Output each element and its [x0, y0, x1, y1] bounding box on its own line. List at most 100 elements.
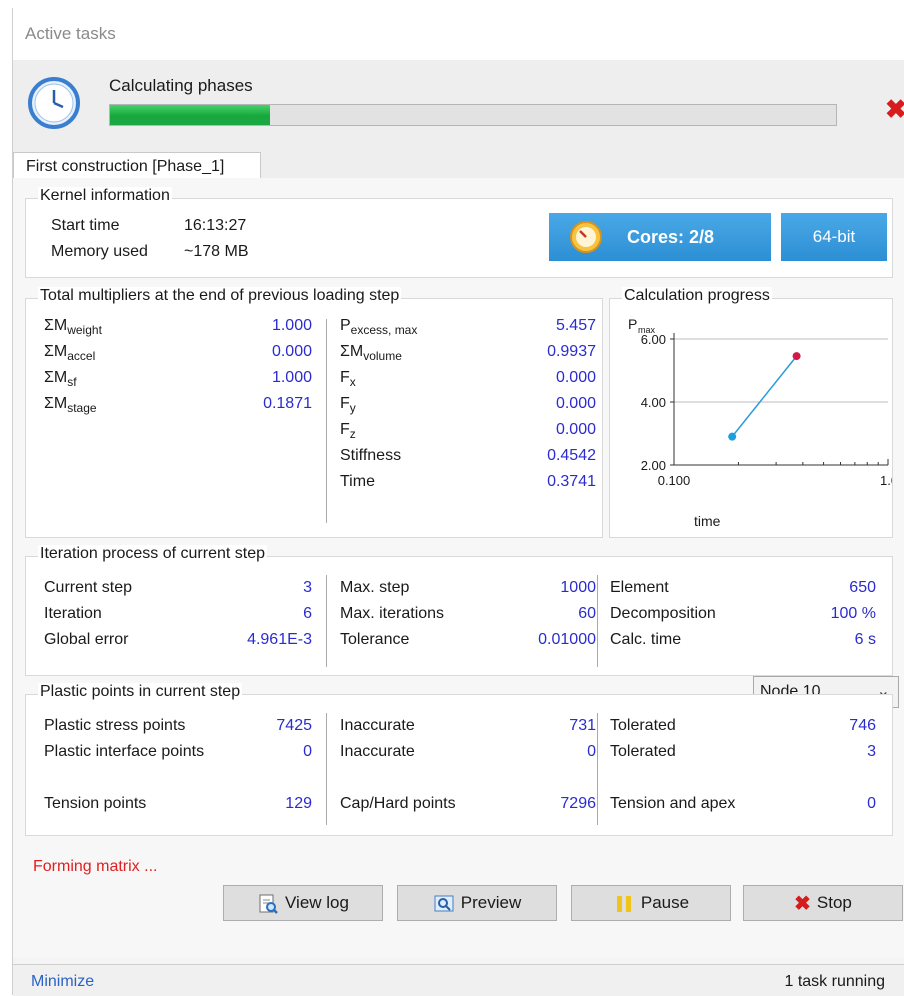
- multiplier-label-base: ΣM: [44, 343, 68, 360]
- y-tick-label: 2.00: [641, 458, 666, 473]
- data-point-start: [728, 432, 737, 441]
- x-tick-label: 1.0: [880, 473, 892, 488]
- cores-label: Cores: 2/8: [627, 227, 715, 247]
- multiplier-value: 0.000: [271, 343, 312, 360]
- iteration-label: Max. step: [340, 579, 410, 596]
- preview-icon: [434, 895, 454, 912]
- multiplier-label-sub: volume: [363, 349, 402, 363]
- stop-icon: ✖: [794, 892, 811, 915]
- cores-button[interactable]: Cores: 2/8: [549, 213, 771, 261]
- multiplier-label: Stiffness: [340, 447, 401, 465]
- iteration-value: 3: [303, 579, 312, 596]
- plastic-value: 0: [867, 795, 876, 812]
- multiplier-label-base: F: [340, 369, 350, 386]
- plastic-value: 7296: [560, 795, 596, 812]
- multiplier-label: Fz: [340, 421, 356, 441]
- multiplier-value: 0.4542: [547, 447, 596, 464]
- multiplier-label-sub: accel: [67, 349, 96, 363]
- iteration-divider-1: [326, 575, 327, 667]
- iteration-value: 60: [578, 605, 596, 622]
- pause-button[interactable]: Pause: [571, 885, 731, 921]
- series-line: [731, 355, 798, 438]
- multiplier-label: Fx: [340, 369, 356, 389]
- stop-button[interactable]: ✖ Stop: [743, 885, 903, 921]
- plastic-group: Plastic points in current step Plastic s…: [25, 683, 893, 836]
- multiplier-label: ΣMvolume: [340, 343, 402, 363]
- clock-icon: [28, 77, 80, 129]
- calc-progress-group: Calculation progress Pmax 6.00 4.00 2.00 0.1…: [609, 287, 893, 538]
- multiplier-label: ΣMsf: [44, 369, 77, 389]
- plastic-title: Plastic points in current step: [38, 683, 243, 701]
- title-bar: Active tasks: [13, 8, 904, 60]
- multiplier-label-sub: stage: [67, 401, 97, 415]
- multiplier-value: 1.000: [271, 369, 312, 386]
- multiplier-label-sub: excess, max: [350, 323, 418, 337]
- gauge-icon: [570, 221, 602, 253]
- multiplier-label-base: F: [340, 395, 350, 412]
- pause-icon: [616, 895, 631, 912]
- window-title: Active tasks: [25, 24, 116, 43]
- running-count: 1 task running: [784, 973, 885, 990]
- y-axis-label-base: P: [628, 316, 637, 332]
- multiplier-label-base: ΣM: [44, 369, 68, 386]
- multiplier-label-base: ΣM: [340, 343, 364, 360]
- preview-button[interactable]: Preview: [397, 885, 557, 921]
- plastic-value: 7425: [276, 717, 312, 734]
- plastic-label: Plastic stress points: [44, 717, 186, 734]
- iteration-label: Iteration: [44, 605, 102, 622]
- document-search-icon: [259, 894, 278, 914]
- start-time-value: 16:13:27: [184, 217, 247, 234]
- multiplier-label: Time: [340, 473, 375, 491]
- task-header: Calculating phases ✖: [13, 60, 904, 148]
- multiplier-value: 0.000: [555, 369, 596, 386]
- plastic-label: Plastic interface points: [44, 743, 205, 760]
- multiplier-label-sub: x: [349, 375, 356, 389]
- plastic-value: 731: [569, 717, 596, 734]
- preview-label: Preview: [460, 893, 522, 912]
- close-icon[interactable]: ✖: [885, 96, 904, 122]
- start-time-label: Start time: [51, 217, 120, 234]
- data-point-end: [792, 352, 801, 361]
- plastic-value: 129: [285, 795, 312, 812]
- multiplier-value: 0.9937: [547, 343, 596, 360]
- multiplier-label-sub: y: [349, 401, 356, 415]
- phase-tabs: First construction [Phase_1]: [13, 148, 904, 182]
- x-axis-label: time: [694, 513, 721, 529]
- y-tick-label: 6.00: [641, 332, 666, 347]
- view-log-button[interactable]: View log: [223, 885, 383, 921]
- iteration-divider-2: [597, 575, 598, 667]
- multipliers-divider: [326, 319, 327, 523]
- iteration-label: Tolerance: [340, 631, 410, 648]
- multipliers-title: Total multipliers at the end of previous…: [38, 287, 402, 305]
- multiplier-label: ΣMweight: [44, 317, 102, 337]
- iteration-value: 1000: [560, 579, 596, 596]
- minimize-link[interactable]: Minimize: [31, 973, 94, 991]
- multiplier-value: 0.000: [555, 421, 596, 438]
- multiplier-label-base: Time: [340, 473, 375, 490]
- phase-label: Calculating phases: [109, 76, 253, 95]
- memory-used-value: ~178 MB: [184, 243, 249, 260]
- multiplier-value: 0.1871: [263, 395, 312, 412]
- memory-used-label: Memory used: [51, 243, 148, 260]
- pause-label: Pause: [640, 893, 690, 912]
- iteration-value: 6 s: [854, 631, 876, 648]
- multiplier-value: 5.457: [555, 317, 596, 334]
- multiplier-value: 0.3741: [547, 473, 596, 490]
- status-message: Forming matrix ...: [33, 858, 158, 875]
- plastic-divider-1: [326, 713, 327, 825]
- plastic-label: Inaccurate: [340, 743, 415, 760]
- multiplier-label-base: P: [340, 317, 351, 334]
- plastic-value: 0: [587, 743, 596, 760]
- plastic-label: Inaccurate: [340, 717, 415, 734]
- bits-button[interactable]: 64-bit: [781, 213, 887, 261]
- multipliers-group: Total multipliers at the end of previous…: [25, 287, 603, 538]
- y-tick-label: 4.00: [641, 395, 666, 410]
- plastic-label: Tension points: [44, 795, 147, 812]
- iteration-value: 100 %: [830, 605, 876, 622]
- iteration-label: Decomposition: [610, 605, 716, 622]
- tab-content: Kernel information Start time 16:13:27 M…: [13, 178, 904, 958]
- multiplier-label-base: F: [340, 421, 350, 438]
- plastic-value: 0: [303, 743, 312, 760]
- calc-progress-chart: Pmax6.004.002.000.1001.0: [628, 316, 892, 488]
- iteration-label: Max. iterations: [340, 605, 445, 622]
